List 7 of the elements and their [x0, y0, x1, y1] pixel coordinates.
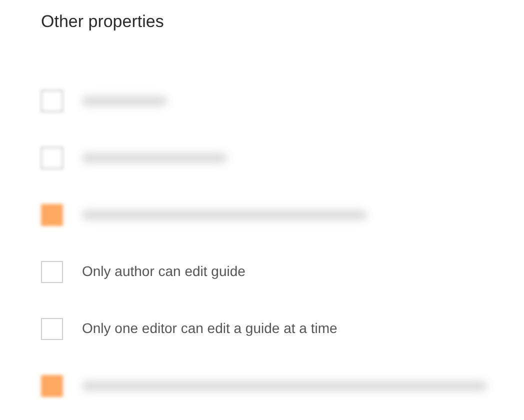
option-label: Only one editor can edit a guide at a time [82, 319, 338, 338]
option-label: Only author can edit guide [82, 262, 246, 281]
checkbox[interactable] [41, 260, 63, 282]
section-title: Other properties [41, 12, 165, 32]
checkbox[interactable] [41, 318, 63, 340]
checkbox[interactable] [41, 204, 63, 226]
checkbox[interactable] [41, 374, 63, 396]
